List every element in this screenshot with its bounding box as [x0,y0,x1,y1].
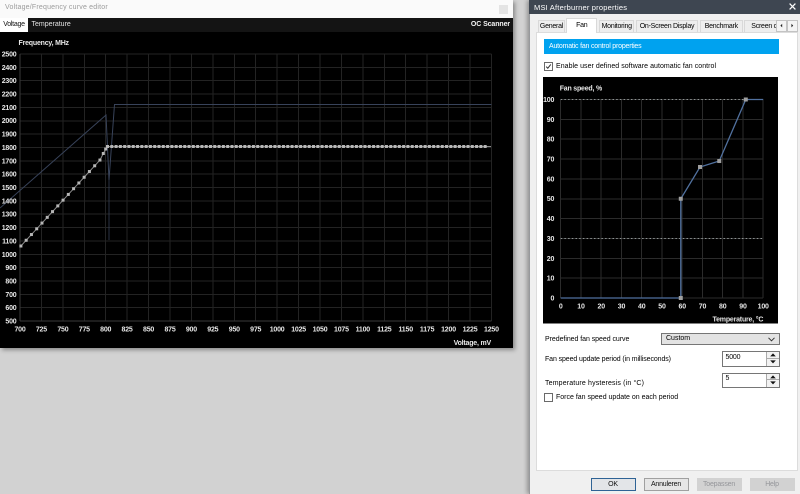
svg-text:1900: 1900 [2,132,17,139]
svg-text:2400: 2400 [2,65,17,72]
svg-text:725: 725 [36,327,47,334]
svg-text:1700: 1700 [2,158,17,165]
svg-text:1100: 1100 [2,238,17,245]
svg-text:60: 60 [547,176,555,183]
svg-text:1500: 1500 [2,185,17,192]
svg-text:2000: 2000 [2,118,17,125]
svg-text:100: 100 [758,304,769,311]
svg-text:90: 90 [547,117,555,124]
svg-text:1000: 1000 [2,252,17,259]
svg-text:2200: 2200 [2,92,17,99]
svg-text:1300: 1300 [2,212,17,219]
svg-text:2100: 2100 [2,105,17,112]
svg-text:1125: 1125 [377,327,392,334]
svg-text:775: 775 [79,327,90,334]
svg-text:2300: 2300 [2,78,17,85]
svg-text:10: 10 [578,304,586,311]
svg-text:Voltage, mV: Voltage, mV [454,340,492,347]
svg-text:500: 500 [5,319,16,326]
svg-text:1175: 1175 [420,327,435,334]
svg-text:80: 80 [547,137,555,144]
svg-text:1400: 1400 [2,198,17,205]
svg-text:70: 70 [547,157,555,164]
svg-text:1600: 1600 [2,172,17,179]
svg-text:825: 825 [122,327,133,334]
svg-text:0: 0 [551,296,555,303]
svg-text:0: 0 [559,304,563,311]
svg-text:800: 800 [100,327,111,334]
svg-text:30: 30 [618,304,626,311]
svg-text:1800: 1800 [2,145,17,152]
svg-text:100: 100 [543,97,554,104]
svg-text:900: 900 [186,327,197,334]
svg-text:1025: 1025 [291,327,306,334]
svg-text:950: 950 [229,327,240,334]
svg-text:1250: 1250 [484,327,499,334]
svg-text:40: 40 [547,216,555,223]
svg-text:800: 800 [5,278,16,285]
svg-text:20: 20 [547,256,555,263]
svg-text:2500: 2500 [2,52,17,59]
svg-text:60: 60 [679,304,687,311]
svg-text:Temperature, °C: Temperature, °C [713,316,764,324]
svg-text:600: 600 [5,305,16,312]
svg-text:Fan speed, %: Fan speed, % [560,86,603,93]
svg-text:900: 900 [5,265,16,272]
svg-text:1225: 1225 [463,327,478,334]
svg-text:1000: 1000 [270,327,285,334]
svg-text:850: 850 [143,327,154,334]
svg-text:50: 50 [547,196,555,203]
svg-text:50: 50 [659,304,667,311]
svg-text:1150: 1150 [399,327,414,334]
svg-text:30: 30 [547,236,555,243]
svg-text:975: 975 [250,327,261,334]
svg-text:925: 925 [207,327,218,334]
svg-text:1100: 1100 [356,327,371,334]
svg-text:10: 10 [547,276,555,283]
svg-text:1200: 1200 [441,327,456,334]
svg-text:700: 700 [14,327,25,334]
svg-text:70: 70 [699,304,707,311]
svg-text:Frequency, MHz: Frequency, MHz [19,40,70,47]
svg-text:1075: 1075 [334,327,349,334]
svg-text:875: 875 [164,327,175,334]
svg-text:1200: 1200 [2,225,17,232]
svg-text:700: 700 [5,292,16,299]
svg-text:1050: 1050 [313,327,328,334]
svg-text:80: 80 [719,304,727,311]
svg-text:40: 40 [638,304,646,311]
svg-text:20: 20 [598,304,606,311]
svg-text:750: 750 [57,327,68,334]
svg-text:90: 90 [740,304,748,311]
